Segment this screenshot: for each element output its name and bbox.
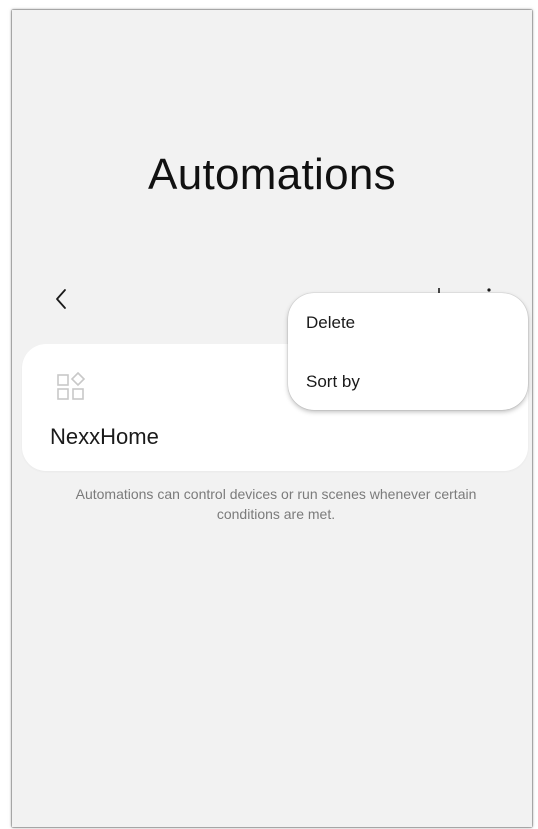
menu-item-delete[interactable]: Delete xyxy=(306,313,355,333)
automation-card-label: NexxHome xyxy=(50,424,159,449)
overflow-menu: Delete Sort by xyxy=(288,293,528,410)
back-button[interactable] xyxy=(50,284,74,314)
menu-item-sort-by[interactable]: Sort by xyxy=(306,372,360,392)
chevron-left-icon xyxy=(56,289,66,309)
page-title: Automations xyxy=(148,150,396,199)
device-grid-icon xyxy=(56,371,88,404)
helper-text: Automations can control devices or run s… xyxy=(75,486,477,522)
app-screen: Automations NexxHome Automations can con… xyxy=(12,10,532,827)
